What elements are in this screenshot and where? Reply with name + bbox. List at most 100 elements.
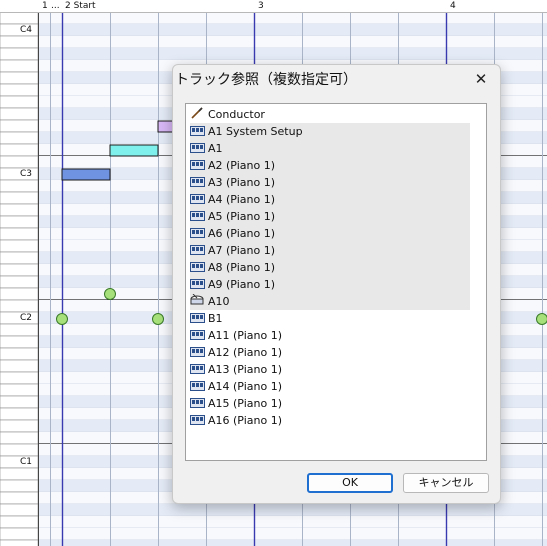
midi-track-icon <box>190 277 205 289</box>
track-list[interactable]: Conductor A1 System Setup A1 A2 (Piano 1) A3… <box>185 103 487 461</box>
piano-key <box>0 443 39 457</box>
close-icon[interactable]: ✕ <box>475 70 488 88</box>
note-row <box>38 540 547 546</box>
piano-key <box>0 395 39 409</box>
ruler-measure-2-start: 2 Start <box>65 1 96 11</box>
track-label: A7 (Piano 1) <box>208 244 275 257</box>
velocity-marker <box>56 313 68 325</box>
track-label: A13 (Piano 1) <box>208 363 282 376</box>
note-row <box>38 36 547 48</box>
track-item[interactable]: A15 (Piano 1) <box>190 395 282 412</box>
key-label-c4: C4 <box>20 25 33 35</box>
track-label: A5 (Piano 1) <box>208 210 275 223</box>
midi-track-icon <box>190 141 205 153</box>
track-item[interactable]: A13 (Piano 1) <box>190 361 282 378</box>
piano-key <box>0 263 39 277</box>
piano-key <box>0 407 39 421</box>
piano-key <box>0 239 39 253</box>
track-item[interactable]: A7 (Piano 1) <box>190 242 470 259</box>
piano-key <box>0 167 39 181</box>
piano-key <box>0 191 39 205</box>
track-item[interactable]: A3 (Piano 1) <box>190 174 470 191</box>
piano-key <box>0 251 39 265</box>
track-item[interactable]: A11 (Piano 1) <box>190 327 282 344</box>
track-label: A12 (Piano 1) <box>208 346 282 359</box>
piano-key <box>0 347 39 361</box>
ruler-measure-4: 4 <box>450 1 456 11</box>
track-item[interactable]: A12 (Piano 1) <box>190 344 282 361</box>
piano-key <box>0 131 39 145</box>
piano-key <box>0 71 39 85</box>
track-label: A8 (Piano 1) <box>208 261 275 274</box>
track-item[interactable]: A14 (Piano 1) <box>190 378 282 395</box>
ruler-measure-3: 3 <box>258 1 264 11</box>
key-label-c3: C3 <box>20 169 33 179</box>
piano-key <box>0 503 39 517</box>
piano-key <box>0 287 39 301</box>
track-label: A4 (Piano 1) <box>208 193 275 206</box>
midi-track-icon <box>190 328 205 340</box>
piano-key <box>0 47 39 61</box>
piano-key <box>0 275 39 289</box>
piano-key <box>0 335 39 349</box>
midi-track-icon <box>190 158 205 170</box>
track-item[interactable]: A1 System Setup <box>190 123 470 140</box>
track-item[interactable]: A2 (Piano 1) <box>190 157 470 174</box>
ok-button[interactable]: OK <box>307 473 393 493</box>
track-item[interactable]: A9 (Piano 1) <box>190 276 470 293</box>
note-row <box>38 528 547 540</box>
track-label: A2 (Piano 1) <box>208 159 275 172</box>
track-item[interactable]: A5 (Piano 1) <box>190 208 470 225</box>
track-item[interactable]: A10 <box>190 293 470 310</box>
piano-key <box>0 359 39 373</box>
note-block <box>61 168 111 181</box>
velocity-marker <box>536 313 547 325</box>
piano-key <box>0 23 39 37</box>
piano-key <box>0 299 39 313</box>
track-label: A6 (Piano 1) <box>208 227 275 240</box>
midi-track-icon <box>190 243 205 255</box>
piano-key <box>0 491 39 505</box>
velocity-marker <box>152 313 164 325</box>
piano-key <box>0 467 39 481</box>
track-item[interactable]: A16 (Piano 1) <box>190 412 282 429</box>
piano-key <box>0 215 39 229</box>
track-label: B1 <box>208 312 223 325</box>
ruler-ellipsis: ... <box>51 1 60 11</box>
track-item[interactable]: A6 (Piano 1) <box>190 225 470 242</box>
piano-key <box>0 11 39 25</box>
midi-track-icon <box>190 260 205 272</box>
midi-track-icon <box>190 413 205 425</box>
track-item[interactable]: A4 (Piano 1) <box>190 191 470 208</box>
track-item[interactable]: Conductor <box>190 106 265 123</box>
piano-key <box>0 119 39 133</box>
midi-track-icon <box>190 209 205 221</box>
cancel-button[interactable]: キャンセル <box>403 473 489 493</box>
piano-key <box>0 479 39 493</box>
piano-key <box>0 203 39 217</box>
close-button[interactable]: ✕ <box>468 67 494 91</box>
piano-key <box>0 179 39 193</box>
piano-key <box>0 515 39 529</box>
piano-key <box>0 227 39 241</box>
midi-track-icon <box>190 192 205 204</box>
conductor-baton-icon <box>190 107 205 119</box>
piano-key <box>0 431 39 445</box>
piano-key <box>0 455 39 469</box>
track-item[interactable]: A8 (Piano 1) <box>190 259 470 276</box>
midi-track-icon <box>190 124 205 136</box>
note-row <box>38 504 547 516</box>
midi-track-icon <box>190 226 205 238</box>
note-row <box>38 516 547 528</box>
track-label: A10 <box>208 295 230 308</box>
track-item[interactable]: A1 <box>190 140 470 157</box>
piano-key <box>0 155 39 169</box>
track-item[interactable]: B1 <box>190 310 223 327</box>
measure-ruler[interactable]: 1 ... 2 Start 3 4 <box>0 0 547 13</box>
track-label: A9 (Piano 1) <box>208 278 275 291</box>
dialog-title: トラック参照（複数指定可） <box>175 72 357 88</box>
piano-key <box>0 419 39 433</box>
piano-key <box>0 59 39 73</box>
midi-track-icon <box>190 396 205 408</box>
track-label: A11 (Piano 1) <box>208 329 282 342</box>
